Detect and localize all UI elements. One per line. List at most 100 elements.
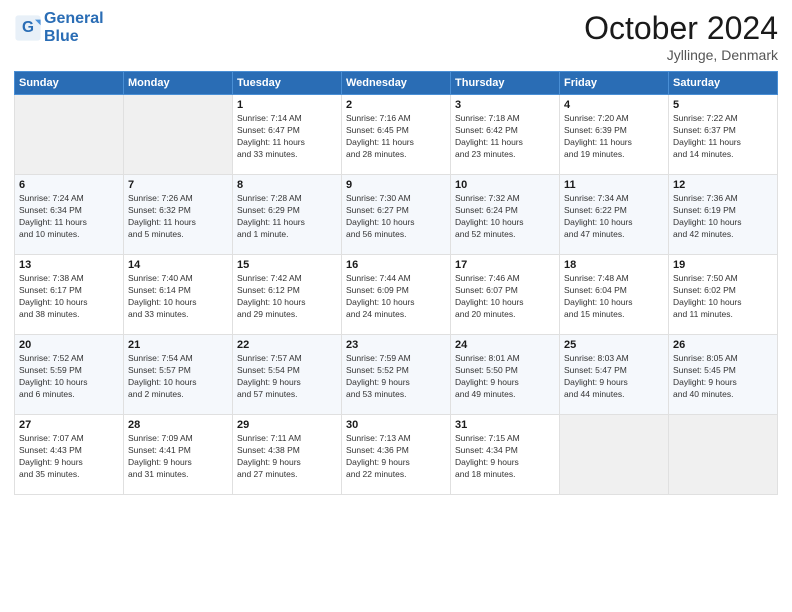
day-number: 18 (564, 259, 664, 271)
day-info: Sunrise: 7:09 AM Sunset: 4:41 PM Dayligh… (128, 433, 228, 481)
day-info: Sunrise: 7:28 AM Sunset: 6:29 PM Dayligh… (237, 193, 337, 241)
day-number: 7 (128, 179, 228, 191)
day-info: Sunrise: 7:20 AM Sunset: 6:39 PM Dayligh… (564, 113, 664, 161)
weekday-header: Tuesday (233, 72, 342, 95)
calendar-cell: 6 Sunrise: 7:24 AM Sunset: 6:34 PM Daylig… (15, 175, 124, 255)
calendar-cell: 18 Sunrise: 7:48 AM Sunset: 6:04 PM Dayli… (560, 255, 669, 335)
day-number: 16 (346, 259, 446, 271)
day-number: 13 (19, 259, 119, 271)
day-number: 24 (455, 339, 555, 351)
calendar-cell: 10Sunrise: 7:32 AM Sunset: 6:24 PM Dayli… (451, 175, 560, 255)
day-info: Sunrise: 7:46 AM Sunset: 6:07 PM Dayligh… (455, 273, 555, 321)
calendar-cell: 9Sunrise: 7:30 AM Sunset: 6:27 PM Daylig… (342, 175, 451, 255)
logo-icon: G (14, 14, 42, 42)
day-info: Sunrise: 7:44 AM Sunset: 6:09 PM Dayligh… (346, 273, 446, 321)
day-number: 12 (673, 179, 773, 191)
day-number: 5 (673, 99, 773, 111)
calendar-cell: 22Sunrise: 7:57 AM Sunset: 5:54 PM Dayli… (233, 335, 342, 415)
day-info: Sunrise: 7:18 AM Sunset: 6:42 PM Dayligh… (455, 113, 555, 161)
day-info: Sunrise: 7:07 AM Sunset: 4:43 PM Dayligh… (19, 433, 119, 481)
day-info: Sunrise: 7:22 AM Sunset: 6:37 PM Dayligh… (673, 113, 773, 161)
calendar-cell: 23Sunrise: 7:59 AM Sunset: 5:52 PM Dayli… (342, 335, 451, 415)
day-info: Sunrise: 7:30 AM Sunset: 6:27 PM Dayligh… (346, 193, 446, 241)
svg-text:G: G (22, 19, 34, 36)
day-number: 4 (564, 99, 664, 111)
day-info: Sunrise: 7:13 AM Sunset: 4:36 PM Dayligh… (346, 433, 446, 481)
calendar-cell: 25 Sunrise: 8:03 AM Sunset: 5:47 PM Dayli… (560, 335, 669, 415)
main-container: G General Blue October 2024 Jyllinge, De… (0, 0, 792, 503)
day-info: Sunrise: 7:26 AM Sunset: 6:32 PM Dayligh… (128, 193, 228, 241)
day-number: 30 (346, 419, 446, 431)
calendar-cell (669, 415, 778, 495)
day-info: Sunrise: 7:11 AM Sunset: 4:38 PM Dayligh… (237, 433, 337, 481)
logo: G General Blue (14, 10, 104, 45)
day-info: Sunrise: 7:42 AM Sunset: 6:12 PM Dayligh… (237, 273, 337, 321)
day-info: Sunrise: 7:14 AM Sunset: 6:47 PM Dayligh… (237, 113, 337, 161)
calendar-week-row: 20Sunrise: 7:52 AM Sunset: 5:59 PM Dayli… (15, 335, 778, 415)
day-number: 17 (455, 259, 555, 271)
calendar-week-row: 13 Sunrise: 7:38 AM Sunset: 6:17 PM Dayli… (15, 255, 778, 335)
day-info: Sunrise: 7:38 AM Sunset: 6:17 PM Dayligh… (19, 273, 119, 321)
calendar-cell: 1 Sunrise: 7:14 AM Sunset: 6:47 PM Daylig… (233, 95, 342, 175)
calendar-cell: 17 Sunrise: 7:46 AM Sunset: 6:07 PM Dayli… (451, 255, 560, 335)
header: G General Blue October 2024 Jyllinge, De… (14, 10, 778, 63)
calendar-cell (15, 95, 124, 175)
day-number: 25 (564, 339, 664, 351)
day-number: 26 (673, 339, 773, 351)
logo-line1: General (44, 10, 104, 27)
day-number: 27 (19, 419, 119, 431)
day-number: 19 (673, 259, 773, 271)
day-number: 11 (564, 179, 664, 191)
day-info: Sunrise: 7:48 AM Sunset: 6:04 PM Dayligh… (564, 273, 664, 321)
calendar-cell: 13 Sunrise: 7:38 AM Sunset: 6:17 PM Dayli… (15, 255, 124, 335)
calendar-cell: 11Sunrise: 7:34 AM Sunset: 6:22 PM Dayli… (560, 175, 669, 255)
day-info: Sunrise: 7:16 AM Sunset: 6:45 PM Dayligh… (346, 113, 446, 161)
calendar-table: SundayMondayTuesdayWednesdayThursdayFrid… (14, 71, 778, 495)
day-number: 21 (128, 339, 228, 351)
calendar-cell: 31Sunrise: 7:15 AM Sunset: 4:34 PM Dayli… (451, 415, 560, 495)
day-info: Sunrise: 7:24 AM Sunset: 6:34 PM Dayligh… (19, 193, 119, 241)
day-info: Sunrise: 8:05 AM Sunset: 5:45 PM Dayligh… (673, 353, 773, 401)
calendar-cell: 29Sunrise: 7:11 AM Sunset: 4:38 PM Dayli… (233, 415, 342, 495)
day-number: 1 (237, 99, 337, 111)
weekday-header: Monday (124, 72, 233, 95)
calendar-cell: 4 Sunrise: 7:20 AM Sunset: 6:39 PM Daylig… (560, 95, 669, 175)
calendar-week-row: 6 Sunrise: 7:24 AM Sunset: 6:34 PM Daylig… (15, 175, 778, 255)
calendar-cell: 26 Sunrise: 8:05 AM Sunset: 5:45 PM Dayli… (669, 335, 778, 415)
location: Jyllinge, Denmark (584, 47, 778, 63)
calendar-cell: 14Sunrise: 7:40 AM Sunset: 6:14 PM Dayli… (124, 255, 233, 335)
day-number: 28 (128, 419, 228, 431)
day-number: 15 (237, 259, 337, 271)
weekday-header: Sunday (15, 72, 124, 95)
weekday-header: Friday (560, 72, 669, 95)
day-info: Sunrise: 7:40 AM Sunset: 6:14 PM Dayligh… (128, 273, 228, 321)
calendar-body: 1 Sunrise: 7:14 AM Sunset: 6:47 PM Daylig… (15, 95, 778, 495)
weekday-header: Saturday (669, 72, 778, 95)
day-info: Sunrise: 7:50 AM Sunset: 6:02 PM Dayligh… (673, 273, 773, 321)
day-number: 6 (19, 179, 119, 191)
calendar-cell: 27 Sunrise: 7:07 AM Sunset: 4:43 PM Dayli… (15, 415, 124, 495)
day-info: Sunrise: 7:32 AM Sunset: 6:24 PM Dayligh… (455, 193, 555, 241)
day-info: Sunrise: 7:15 AM Sunset: 4:34 PM Dayligh… (455, 433, 555, 481)
weekday-header: Thursday (451, 72, 560, 95)
calendar-cell: 21Sunrise: 7:54 AM Sunset: 5:57 PM Dayli… (124, 335, 233, 415)
calendar-cell: 2 Sunrise: 7:16 AM Sunset: 6:45 PM Daylig… (342, 95, 451, 175)
calendar-cell: 5 Sunrise: 7:22 AM Sunset: 6:37 PM Daylig… (669, 95, 778, 175)
day-number: 2 (346, 99, 446, 111)
calendar-cell: 20Sunrise: 7:52 AM Sunset: 5:59 PM Dayli… (15, 335, 124, 415)
day-info: Sunrise: 7:36 AM Sunset: 6:19 PM Dayligh… (673, 193, 773, 241)
day-info: Sunrise: 8:03 AM Sunset: 5:47 PM Dayligh… (564, 353, 664, 401)
calendar-cell: 15 Sunrise: 7:42 AM Sunset: 6:12 PM Dayli… (233, 255, 342, 335)
calendar-cell: 24Sunrise: 8:01 AM Sunset: 5:50 PM Dayli… (451, 335, 560, 415)
calendar-header: SundayMondayTuesdayWednesdayThursdayFrid… (15, 72, 778, 95)
day-info: Sunrise: 7:52 AM Sunset: 5:59 PM Dayligh… (19, 353, 119, 401)
day-number: 22 (237, 339, 337, 351)
calendar-cell: 3Sunrise: 7:18 AM Sunset: 6:42 PM Daylig… (451, 95, 560, 175)
calendar-cell: 16 Sunrise: 7:44 AM Sunset: 6:09 PM Dayli… (342, 255, 451, 335)
logo-line2: Blue (44, 28, 104, 46)
calendar-cell: 8Sunrise: 7:28 AM Sunset: 6:29 PM Daylig… (233, 175, 342, 255)
calendar-cell: 28 Sunrise: 7:09 AM Sunset: 4:41 PM Dayli… (124, 415, 233, 495)
calendar-cell (124, 95, 233, 175)
title-block: October 2024 Jyllinge, Denmark (584, 10, 778, 63)
calendar-cell: 12 Sunrise: 7:36 AM Sunset: 6:19 PM Dayli… (669, 175, 778, 255)
